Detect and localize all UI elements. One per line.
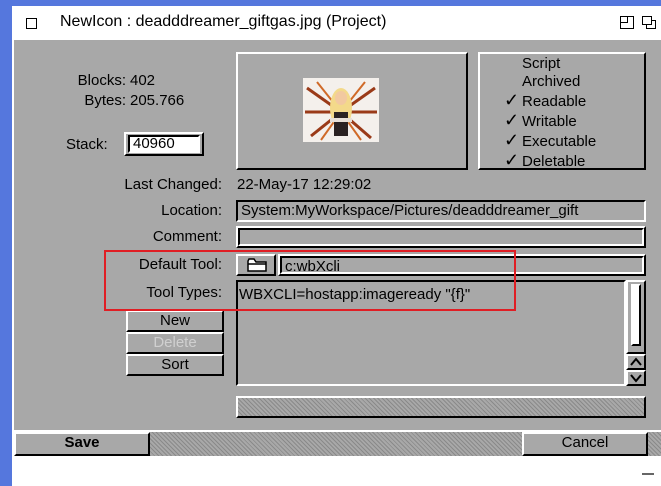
folder-icon: [247, 258, 267, 272]
flag-executable-check-icon: ✓: [504, 130, 520, 150]
arrow-down-icon: [630, 374, 642, 383]
flag-archived[interactable]: Archived: [504, 73, 596, 91]
protection-flags-box: Script Archived ✓ Readable ✓ Writable ✓ Exe…: [478, 52, 646, 170]
size-gadget-icon[interactable]: [642, 473, 654, 475]
default-tool-input[interactable]: c:wbXcli: [280, 256, 644, 274]
list-scrollbar[interactable]: [626, 280, 646, 354]
close-gadget-icon[interactable]: [26, 18, 37, 29]
flag-executable[interactable]: ✓ Executable: [504, 131, 596, 151]
tool-type-string-field[interactable]: [236, 396, 646, 418]
bytes-value: 205.766: [130, 92, 185, 109]
cancel-button[interactable]: Cancel: [522, 432, 648, 456]
comment-input[interactable]: [238, 228, 644, 246]
scroll-down-button[interactable]: [626, 370, 646, 386]
window-title: NewIcon : deadddreamer_giftgas.jpg (Proj…: [60, 13, 387, 30]
zoom-gadget-icon[interactable]: [620, 16, 634, 29]
depth-gadget-icon[interactable]: [642, 16, 656, 29]
sort-tooltype-button[interactable]: Sort: [126, 354, 224, 376]
tool-types-list[interactable]: WBXCLI=hostapp:imageready "{f}": [236, 280, 626, 386]
tool-types-label: Tool Types:: [146, 284, 222, 301]
flag-readable-check-icon: ✓: [504, 90, 520, 110]
stack-input[interactable]: 40960: [128, 135, 200, 153]
screen-bottom-area: [12, 456, 661, 486]
location-field[interactable]: System:MyWorkspace/Pictures/deadddreamer…: [236, 200, 646, 222]
blocks-value: 402: [130, 72, 156, 89]
flag-deletable-check-icon: ✓: [504, 150, 520, 170]
location-label: Location:: [161, 202, 222, 219]
scroll-up-button[interactable]: [626, 354, 646, 370]
arrow-up-icon: [630, 357, 642, 366]
new-tooltype-button[interactable]: New: [126, 310, 224, 332]
browse-tool-button[interactable]: [236, 254, 276, 276]
last-changed-value: 22-May-17 12:29:02: [237, 176, 372, 193]
last-changed-label: Last Changed:: [124, 176, 222, 193]
flag-readable[interactable]: ✓ Readable: [504, 91, 596, 111]
icon-info-window: Blocks: 402 Bytes: 205.766 Stack: 40960: [12, 40, 661, 456]
blocks-label: Blocks:: [77, 72, 126, 89]
tool-type-item[interactable]: WBXCLI=hostapp:imageready "{f}": [239, 286, 470, 303]
flag-writable[interactable]: ✓ Writable: [504, 111, 596, 131]
stack-field-frame: 40960: [124, 132, 204, 156]
delete-tooltype-button[interactable]: Delete: [126, 332, 224, 354]
icon-image-box[interactable]: [236, 52, 468, 170]
bytes-label: Bytes:: [84, 92, 126, 109]
icon-image: [303, 78, 379, 142]
flag-deletable[interactable]: ✓ Deletable: [504, 151, 596, 171]
default-tool-label: Default Tool:: [138, 256, 222, 273]
save-button[interactable]: Save: [14, 432, 150, 456]
comment-field-frame: [236, 226, 646, 248]
window-titlebar[interactable]: NewIcon : deadddreamer_giftgas.jpg (Proj…: [12, 6, 661, 40]
scrollbar-knob[interactable]: [631, 284, 641, 346]
stack-label: Stack:: [66, 136, 108, 153]
default-tool-field-frame: c:wbXcli: [278, 254, 646, 276]
flag-writable-check-icon: ✓: [504, 110, 520, 130]
flag-script[interactable]: Script: [504, 55, 596, 73]
comment-label: Comment:: [152, 228, 222, 245]
